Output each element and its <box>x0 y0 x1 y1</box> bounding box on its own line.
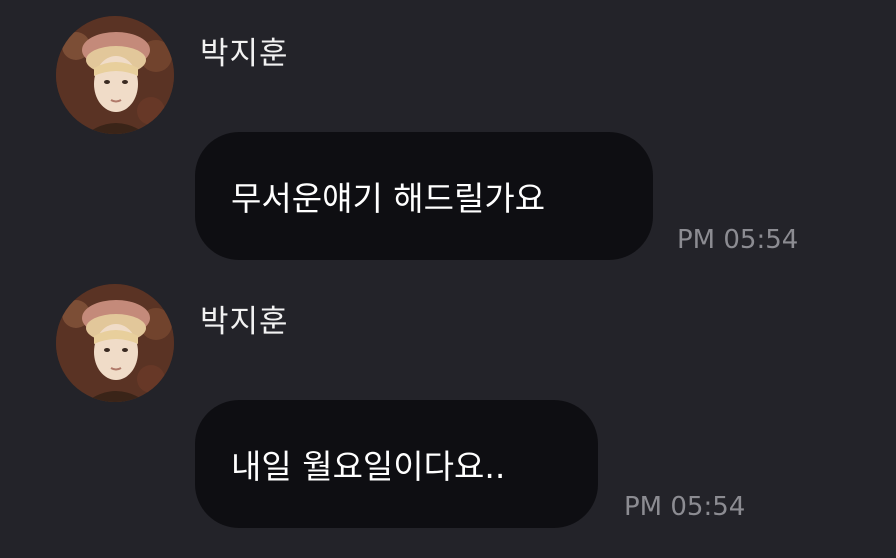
sender-name: 박지훈 <box>200 36 289 72</box>
message-bubble[interactable]: 무서운얘기 해드릴가요 <box>195 132 653 260</box>
timestamp: PM 05:54 <box>624 492 746 522</box>
avatar[interactable] <box>56 284 174 402</box>
profile-photo-icon <box>56 16 174 134</box>
sender-name: 박지훈 <box>200 304 289 340</box>
avatar[interactable] <box>56 16 174 134</box>
timestamp: PM 05:54 <box>677 225 799 255</box>
message-bubble[interactable]: 내일 월요일이다요.. <box>195 400 598 528</box>
profile-photo-icon <box>56 284 174 402</box>
